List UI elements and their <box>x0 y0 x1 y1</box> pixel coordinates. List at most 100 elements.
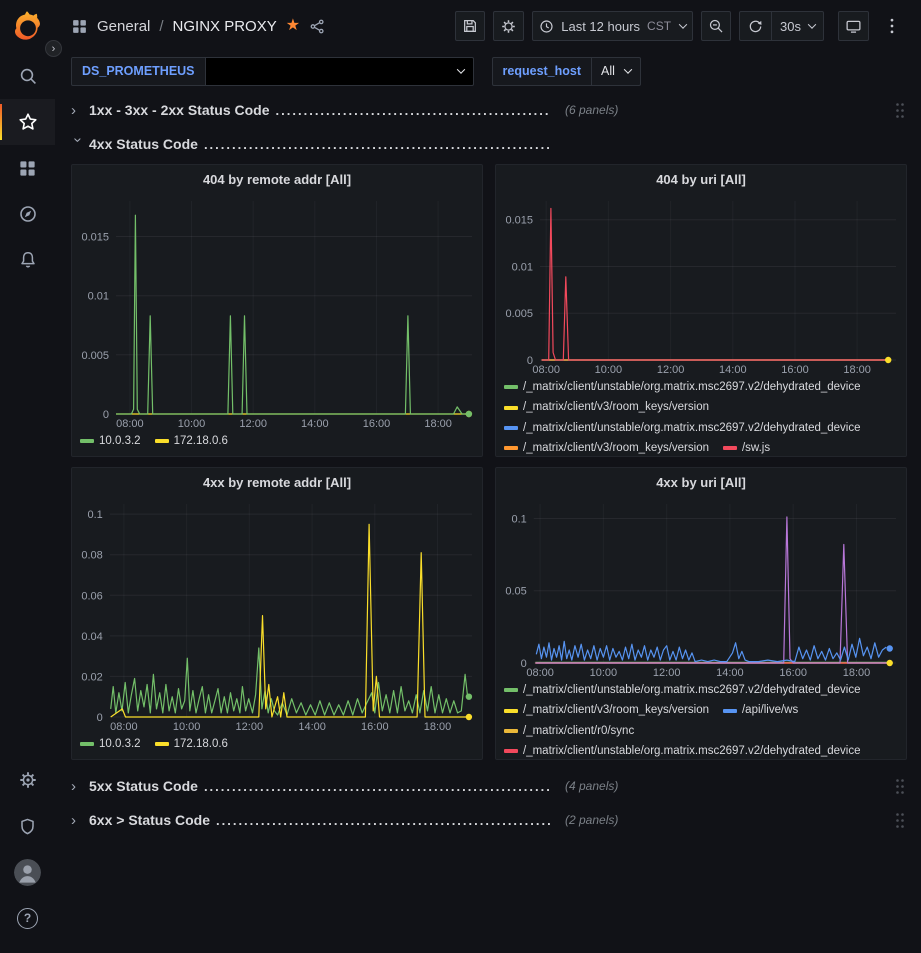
favorite-star-icon[interactable]: ★ <box>286 18 300 34</box>
sidebar-item-dashboards[interactable] <box>0 145 55 191</box>
legend-item[interactable]: /_matrix/client/v3/room_keys/version <box>504 439 709 456</box>
legend-swatch <box>80 742 94 746</box>
leader-dots: ........................................… <box>216 813 551 828</box>
share-icon[interactable] <box>309 18 326 35</box>
panel-4xx-by-remote-addr: 4xx by remote addr [All] 00.020.040.060.… <box>71 467 483 760</box>
timeseries-chart[interactable]: 00.050.108:0010:0012:0014:0016:0018:00 <box>496 496 906 679</box>
row-drag-handle[interactable] <box>893 774 907 799</box>
panel-title[interactable]: 404 by remote addr [All] <box>72 165 482 193</box>
sidebar-item-server-admin[interactable] <box>0 803 55 849</box>
save-dashboard-button[interactable] <box>455 11 485 41</box>
panel-legend: 10.0.3.2 172.18.0.6 <box>72 430 482 456</box>
clock-icon <box>539 19 554 34</box>
breadcrumb-separator: / <box>159 18 163 35</box>
legend-item[interactable]: /_matrix/client/unstable/org.matrix.msc2… <box>504 378 861 396</box>
sidebar-item-alerting[interactable] <box>0 237 55 283</box>
refresh-interval-dropdown[interactable]: 30s <box>771 12 823 40</box>
svg-text:08:00: 08:00 <box>526 667 554 679</box>
legend-item[interactable]: /api/live/ws <box>723 701 798 719</box>
panel-404-by-uri: 404 by uri [All] 00.0050.010.01508:0010:… <box>495 164 907 457</box>
sidebar-item-search[interactable] <box>0 53 55 99</box>
legend-item[interactable]: /_matrix/client/r0/sync <box>504 722 634 740</box>
legend-item[interactable]: /_matrix/client/v3/room_keys/version <box>504 701 709 719</box>
legend-item[interactable]: /_matrix/client/unstable/org.matrix.msc2… <box>504 419 861 437</box>
row-title: 5xx Status Code <box>89 778 198 794</box>
breadcrumb-dashboard[interactable]: NGINX PROXY <box>173 18 277 35</box>
sidebar-item-help[interactable]: ? <box>0 895 55 941</box>
panel-legend: /_matrix/client/unstable/org.matrix.msc2… <box>496 376 906 456</box>
row-header-6xx[interactable]: › 6xx > Status Code ....................… <box>71 806 907 834</box>
svg-text:18:00: 18:00 <box>843 364 871 376</box>
variable-value-request-host[interactable]: All <box>592 57 641 86</box>
help-icon: ? <box>17 908 38 929</box>
row-header-5xx[interactable]: › 5xx Status Code ......................… <box>71 772 907 800</box>
chevron-right-icon: › <box>71 779 89 794</box>
refresh-interval-label: 30s <box>780 19 801 34</box>
breadcrumb-folder[interactable]: General <box>97 18 150 35</box>
chevron-right-icon: › <box>52 42 56 56</box>
row-panel-count: (4 panels) <box>565 779 618 793</box>
time-range-picker[interactable]: Last 12 hours CST <box>532 11 693 41</box>
row-header-4xx[interactable]: › 4xx Status Code ......................… <box>71 130 907 158</box>
svg-text:14:00: 14:00 <box>719 364 747 376</box>
legend-item[interactable]: /_matrix/client/unstable/org.matrix.msc2… <box>504 742 861 759</box>
sidebar-item-profile[interactable] <box>0 849 55 895</box>
dashboard-canvas: › 1xx - 3xx - 2xx Status Code ..........… <box>55 90 921 953</box>
legend-item[interactable]: /_matrix/client/v3/room_keys/version <box>504 398 709 416</box>
variable-label-request-host[interactable]: request_host <box>492 57 593 86</box>
sidebar-item-starred[interactable] <box>0 99 55 145</box>
svg-text:08:00: 08:00 <box>116 418 144 430</box>
timeseries-chart[interactable]: 00.020.040.060.080.108:0010:0012:0014:00… <box>72 496 482 733</box>
kebab-menu-button[interactable] <box>877 11 907 41</box>
legend-item[interactable]: 10.0.3.2 <box>80 432 141 450</box>
chevron-right-icon: › <box>71 813 89 828</box>
panel-title[interactable]: 4xx by remote addr [All] <box>72 468 482 496</box>
dashboards-grid-icon <box>18 159 37 178</box>
drag-dots-icon <box>895 102 905 119</box>
cycle-view-mode-button[interactable] <box>838 11 869 41</box>
timeseries-chart[interactable]: 00.0050.010.01508:0010:0012:0014:0016:00… <box>72 193 482 430</box>
svg-text:14:00: 14:00 <box>716 667 744 679</box>
svg-text:0.1: 0.1 <box>88 509 103 521</box>
variable-label-datasource[interactable]: DS_PROMETHEUS <box>71 57 206 86</box>
row-title: 4xx Status Code <box>89 136 198 152</box>
row-header-1xx-3xx-2xx[interactable]: › 1xx - 3xx - 2xx Status Code ..........… <box>71 96 907 124</box>
legend-swatch <box>504 688 518 692</box>
timeseries-chart[interactable]: 00.0050.010.01508:0010:0012:0014:0016:00… <box>496 193 906 376</box>
sidebar-expand-button[interactable]: › <box>45 40 62 57</box>
variable-value-datasource[interactable] <box>206 57 474 86</box>
svg-text:10:00: 10:00 <box>173 721 201 733</box>
legend-item[interactable]: 172.18.0.6 <box>155 432 228 450</box>
grafana-logo[interactable] <box>11 9 45 43</box>
row-drag-handle[interactable] <box>893 98 907 123</box>
panel-4xx-by-uri: 4xx by uri [All] 00.050.108:0010:0012:00… <box>495 467 907 760</box>
svg-text:16:00: 16:00 <box>361 721 389 733</box>
legend-item[interactable]: /sw.js <box>723 439 770 456</box>
bell-icon <box>18 250 38 270</box>
refresh-button-group: 30s <box>739 11 824 41</box>
svg-text:08:00: 08:00 <box>532 364 560 376</box>
legend-item[interactable]: 10.0.3.2 <box>80 735 141 753</box>
sidebar-item-explore[interactable] <box>0 191 55 237</box>
refresh-icon <box>748 19 763 34</box>
zoom-out-icon <box>708 18 724 34</box>
svg-text:0.04: 0.04 <box>81 631 102 643</box>
svg-text:0.02: 0.02 <box>81 671 102 683</box>
svg-text:0.06: 0.06 <box>81 590 102 602</box>
sidebar-item-configuration[interactable] <box>0 757 55 803</box>
panel-title[interactable]: 4xx by uri [All] <box>496 468 906 496</box>
legend-item[interactable]: 172.18.0.6 <box>155 735 228 753</box>
refresh-dashboard-button[interactable] <box>740 12 771 40</box>
legend-swatch <box>504 749 518 753</box>
legend-item[interactable]: /_matrix/client/unstable/org.matrix.msc2… <box>504 681 861 699</box>
gear-icon <box>18 770 38 790</box>
row-drag-handle[interactable] <box>893 808 907 833</box>
dashboard-settings-button[interactable] <box>493 11 524 41</box>
topbar: General / NGINX PROXY ★ <box>55 0 921 52</box>
panel-title[interactable]: 404 by uri [All] <box>496 165 906 193</box>
svg-text:0.01: 0.01 <box>88 291 109 303</box>
variable-request-host: request_host All <box>492 57 641 86</box>
grafana-flame-icon <box>11 9 45 43</box>
variables-bar: DS_PROMETHEUS request_host All <box>55 52 921 90</box>
zoom-out-time-button[interactable] <box>701 11 731 41</box>
